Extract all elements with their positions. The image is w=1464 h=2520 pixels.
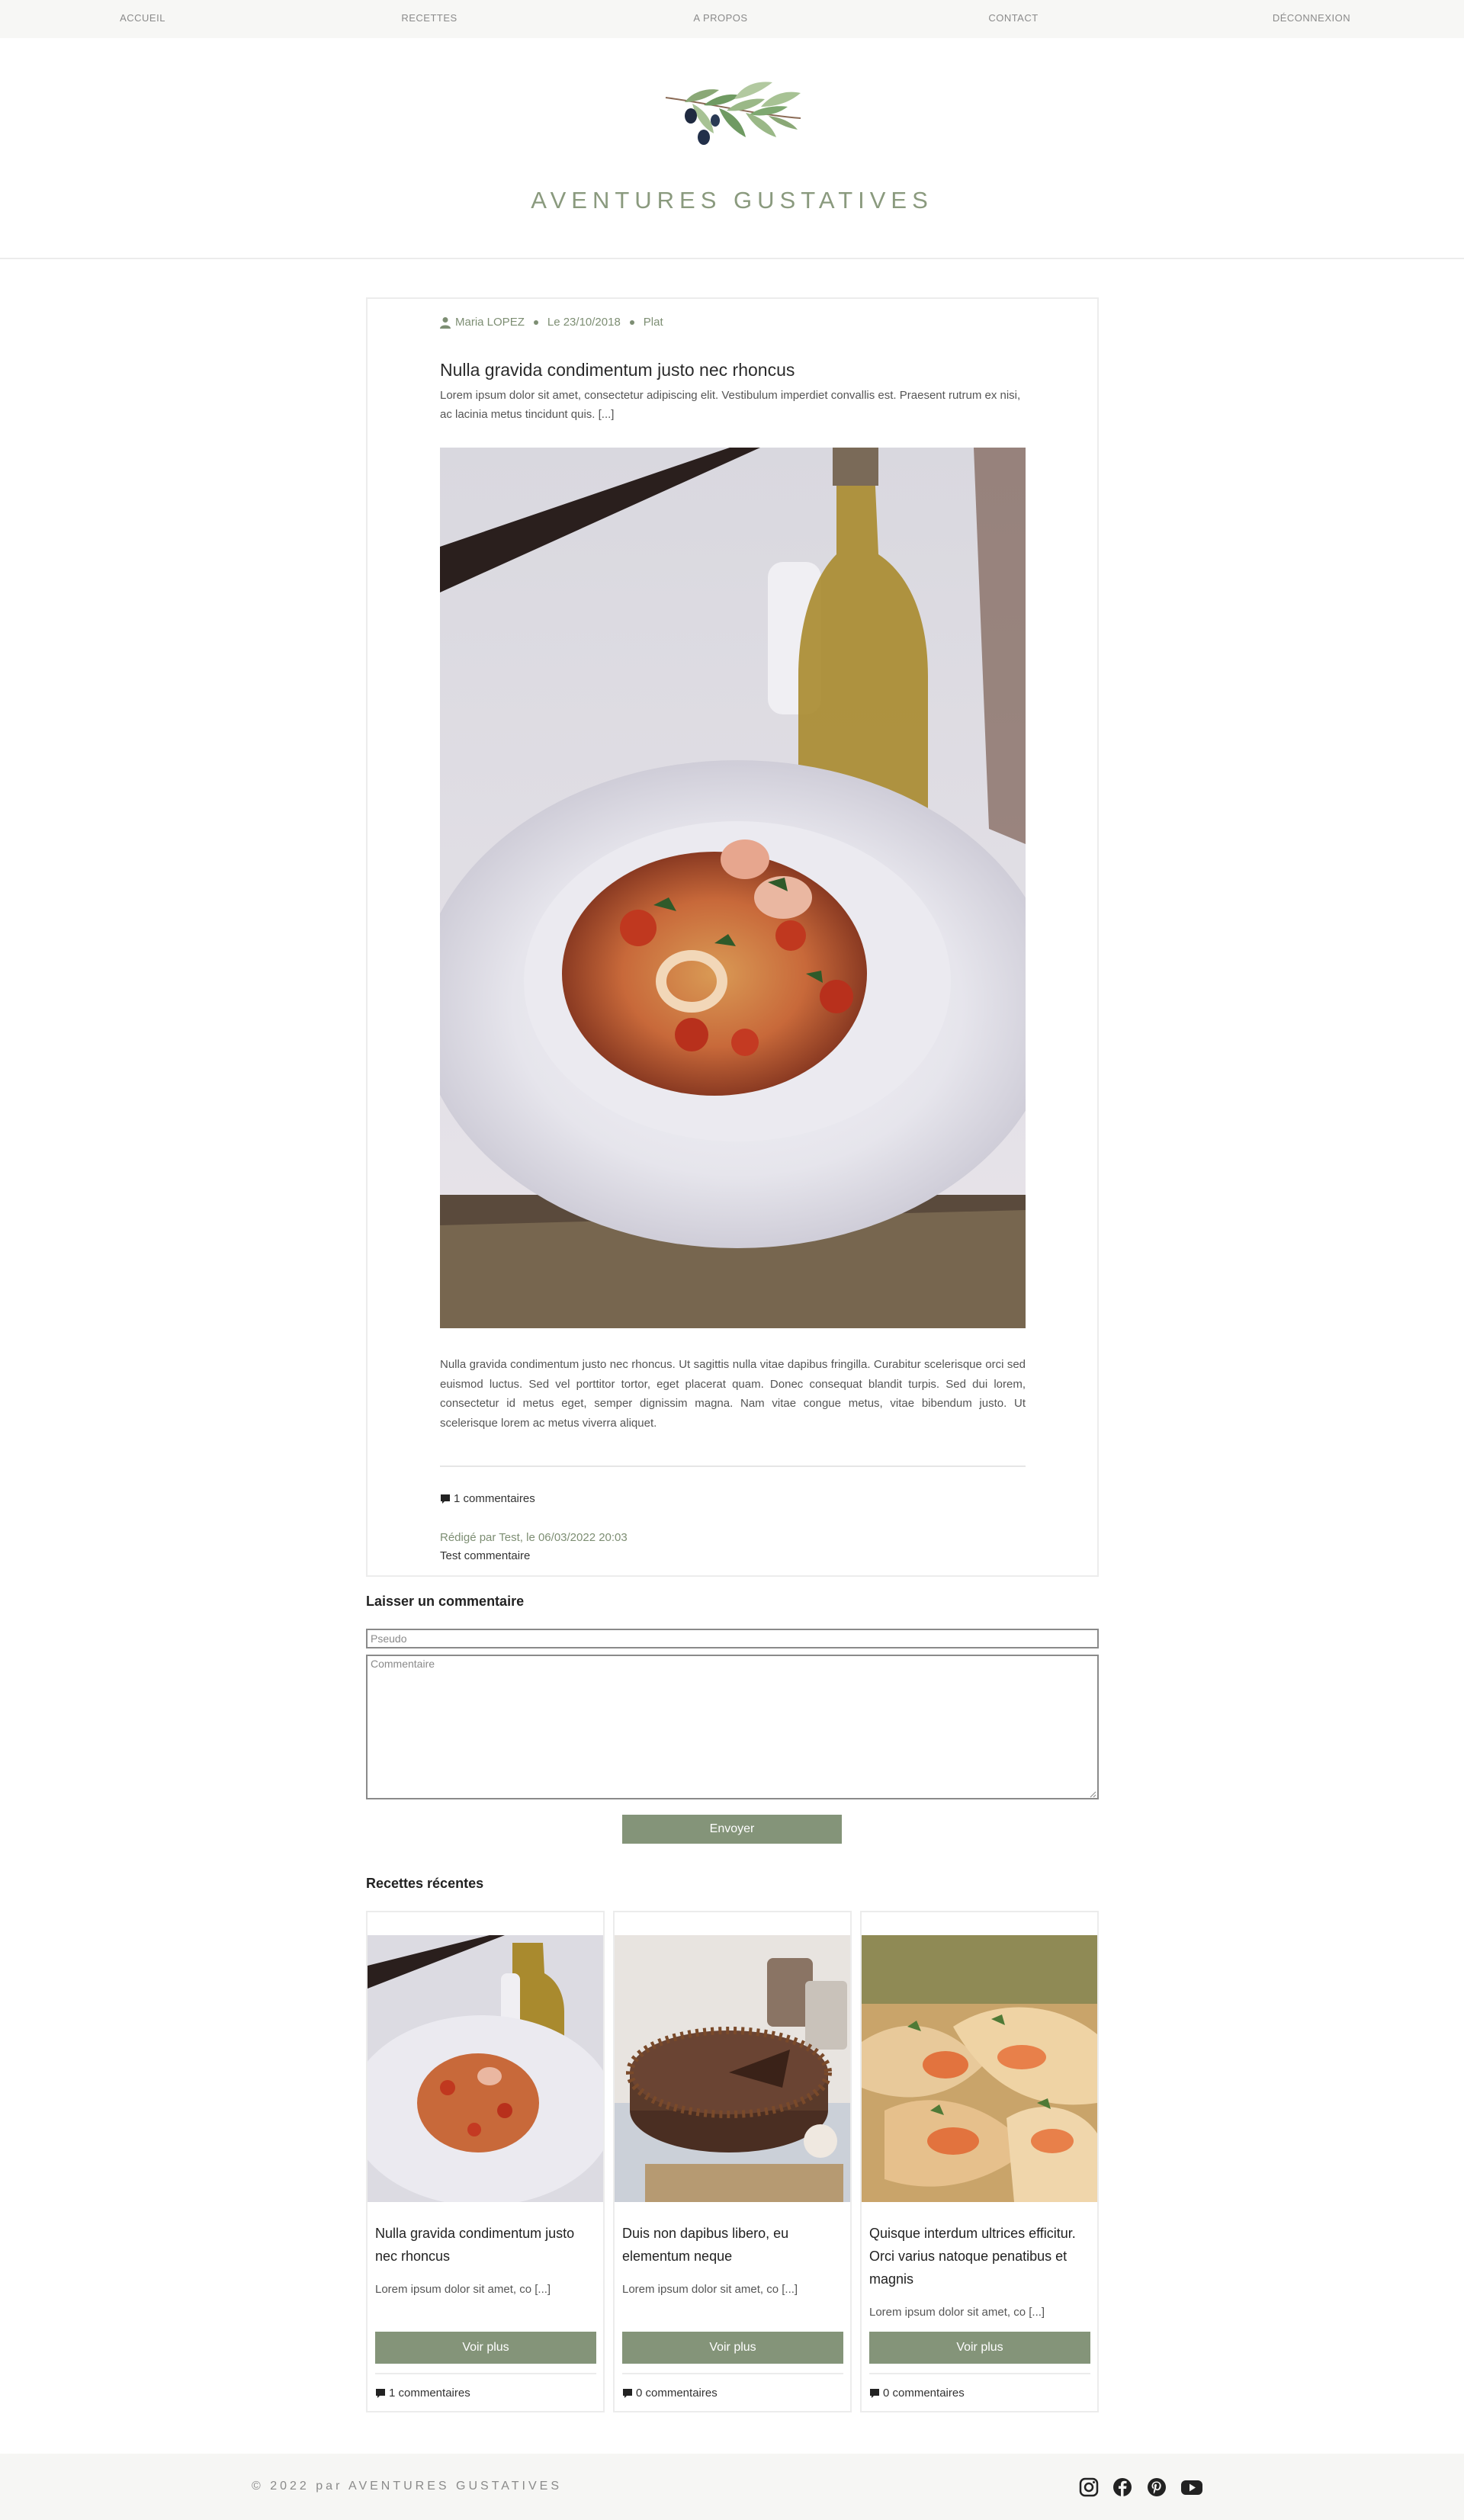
instagram-icon[interactable] — [1078, 2477, 1100, 2498]
voir-plus-button[interactable]: Voir plus — [375, 2332, 596, 2364]
recipe-card-excerpt: Lorem ipsum dolor sit amet, co [...] — [622, 2283, 798, 2296]
separator-dot — [629, 319, 634, 325]
pinterest-icon[interactable] — [1146, 2477, 1167, 2498]
nav-item-accueil[interactable]: ACCUEIL — [120, 12, 165, 24]
divider — [375, 2373, 596, 2374]
article-card: Maria LOPEZ Le 23/10/2018 Plat Nulla gra… — [366, 297, 1099, 1577]
recipe-card-comments: 1 commentaires — [375, 2387, 470, 2400]
nav-item-contact[interactable]: CONTACT — [988, 12, 1038, 24]
recipe-card-comments-label: 0 commentaires — [883, 2387, 965, 2400]
recipe-card-image[interactable] — [862, 1935, 1097, 2202]
recipe-card-title[interactable]: Nulla gravida condimentum justo nec rhon… — [375, 2222, 596, 2268]
comment-form-heading: Laisser un commentaire — [366, 1594, 525, 1609]
top-nav: ACCUEIL RECETTES A PROPOS CONTACT DÉCONN… — [0, 0, 1464, 38]
olive-branch-icon[interactable] — [662, 76, 804, 160]
divider — [440, 1465, 1026, 1467]
comment-icon — [623, 2388, 632, 2398]
recipe-card-comments-label: 1 commentaires — [389, 2387, 470, 2400]
recipe-card-comments-label: 0 commentaires — [636, 2387, 718, 2400]
site-title: AVENTURES GUSTATIVES — [531, 187, 933, 213]
recipe-card: Duis non dapibus libero, eu elementum ne… — [613, 1911, 852, 2412]
article-category[interactable]: Plat — [644, 316, 663, 329]
send-button[interactable]: Envoyer — [622, 1815, 842, 1844]
voir-plus-button[interactable]: Voir plus — [622, 2332, 843, 2364]
article-date: Le 23/10/2018 — [547, 316, 621, 329]
article-title: Nulla gravida condimentum justo nec rhon… — [440, 360, 795, 380]
recipe-card: Quisque interdum ultrices efficitur. Orc… — [860, 1911, 1099, 2412]
article-meta: Maria LOPEZ Le 23/10/2018 Plat — [440, 316, 663, 329]
voir-plus-button[interactable]: Voir plus — [869, 2332, 1090, 2364]
article-image — [440, 448, 1026, 1328]
site-header: AVENTURES GUSTATIVES — [0, 38, 1464, 259]
divider — [869, 2373, 1090, 2374]
article-excerpt: Lorem ipsum dolor sit amet, consectetur … — [440, 389, 1021, 421]
comment-icon — [441, 1494, 450, 1504]
comments-count: 1 commentaires — [440, 1492, 535, 1505]
comment-meta: Rédigé par Test, le 06/03/2022 20:03 — [440, 1531, 628, 1544]
divider — [622, 2373, 843, 2374]
recipe-card-title[interactable]: Duis non dapibus libero, eu elementum ne… — [622, 2222, 843, 2268]
comment-text: Test commentaire — [440, 1549, 531, 1562]
recipe-card-image[interactable] — [368, 1935, 603, 2202]
comment-icon — [376, 2388, 385, 2398]
recipe-card-image[interactable] — [615, 1935, 850, 2202]
recipe-card-excerpt: Lorem ipsum dolor sit amet, co [...] — [869, 2306, 1045, 2319]
article-body: Nulla gravida condimentum justo nec rhon… — [440, 1358, 1026, 1430]
recipe-card-excerpt: Lorem ipsum dolor sit amet, co [...] — [375, 2283, 551, 2296]
facebook-icon[interactable] — [1112, 2477, 1133, 2498]
comments-count-label: 1 commentaires — [454, 1492, 535, 1505]
nav-item-a-propos[interactable]: A PROPOS — [693, 12, 747, 24]
resize-grip-icon[interactable] — [1089, 1790, 1096, 1798]
copyright: © 2022 par AVENTURES GUSTATIVES — [252, 2480, 562, 2493]
recipe-card: Nulla gravida condimentum justo nec rhon… — [366, 1911, 605, 2412]
article-author[interactable]: Maria LOPEZ — [455, 316, 525, 329]
separator-dot — [533, 319, 538, 325]
site-footer: © 2022 par AVENTURES GUSTATIVES — [0, 2454, 1464, 2520]
comment-textarea[interactable] — [366, 1655, 1099, 1799]
comment-icon — [870, 2388, 879, 2398]
pseudo-input[interactable] — [366, 1629, 1099, 1648]
recipe-card-comments: 0 commentaires — [622, 2387, 718, 2400]
recent-recipes-heading: Recettes récentes — [366, 1876, 484, 1891]
recipe-card-title[interactable]: Quisque interdum ultrices efficitur. Orc… — [869, 2222, 1090, 2290]
user-icon — [440, 316, 451, 329]
recipe-card-comments: 0 commentaires — [869, 2387, 965, 2400]
nav-item-recettes[interactable]: RECETTES — [401, 12, 457, 24]
nav-item-deconnexion[interactable]: DÉCONNEXION — [1273, 12, 1350, 24]
youtube-icon[interactable] — [1180, 2477, 1203, 2498]
